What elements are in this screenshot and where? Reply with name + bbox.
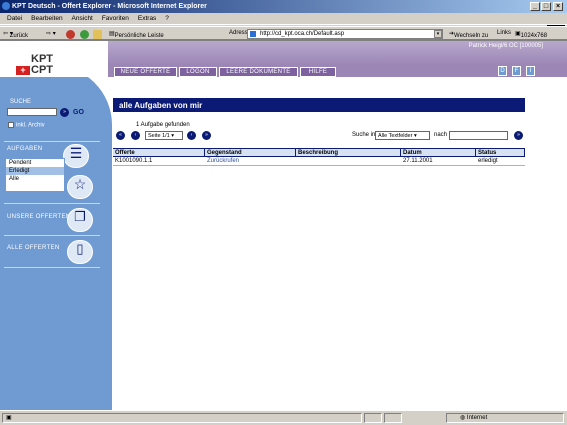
page-select[interactable]: Seite 1/1 ▾ [145,131,183,140]
stop-icon[interactable] [66,30,75,39]
nach-label: nach [434,132,448,138]
swiss-cross-icon: + [16,66,30,75]
minimize-button[interactable]: _ [530,2,540,11]
column-datum[interactable]: Datum [401,149,476,156]
alle-offerten-label[interactable]: ALLE OFFERTEN [7,245,59,251]
search-go-icon[interactable]: » [514,131,523,140]
table-row[interactable]: K1001090.1.1 Zurückrufen 27.11.2001 erle… [113,157,525,166]
status-pane [384,413,402,423]
page-select-value: Seite 1/1 [148,133,170,139]
include-archive-checkbox[interactable]: inkl. Archiv [8,122,45,129]
ie-logo-icon [2,2,10,10]
task-option-pendent[interactable]: Pendent [6,159,64,167]
menu-ansicht[interactable]: Ansicht [65,13,93,22]
back-label: Zurück [9,33,29,39]
search-label: SUCHE [10,99,32,105]
folder-icon[interactable]: ▯ [67,240,93,264]
cell-beschreibung [296,157,401,165]
star-icon[interactable]: ☆ [67,175,93,199]
nav-logon[interactable]: LOGON [179,67,217,77]
address-dropdown-icon[interactable]: ▾ [434,30,442,38]
home-icon[interactable] [93,30,102,39]
next-page-icon[interactable]: › [187,131,196,140]
zone-indicator: ◍ Internet [460,415,488,421]
search-in-select[interactable]: Alle Textfelder ▾ [375,131,430,140]
last-page-icon[interactable]: » [202,131,211,140]
back-button[interactable]: ⇦ Zurück ▾ [3,30,28,39]
go-button[interactable]: ➔ Wechseln zu [449,30,488,39]
divider [4,267,100,268]
personal-bar-button[interactable]: ▤ Persönliche Leiste [109,30,164,39]
lang-it-button[interactable]: I [526,66,535,76]
resolution-button[interactable]: ▣ 1024x768 [515,30,547,39]
column-status[interactable]: Status [476,149,525,156]
unsere-offerten-label[interactable]: UNSERE OFFERTEN [7,214,70,220]
maximize-button[interactable]: □ [541,2,551,11]
status-pane [2,413,362,423]
divider [4,203,100,204]
menu-datei[interactable]: Datei [0,13,22,22]
task-option-erledigt[interactable]: Erledigt [6,167,64,175]
menu-favoriten[interactable]: Favoriten [95,13,129,22]
column-gegenstand[interactable]: Gegenstand [205,149,296,156]
cell-datum: 27.11.2001 [403,158,433,164]
page-heading: alle Aufgaben von mir [113,98,525,112]
lang-de-button[interactable]: D [498,66,507,76]
sidebar-background [0,65,112,410]
list-icon[interactable]: ☰ [63,144,89,168]
column-offerte[interactable]: Offerte [113,149,205,156]
menu-bar: Datei Bearbeiten Ansicht Favoriten Extra… [0,13,567,38]
page-content: Patrick Heigl/6 OC [100005] KPT + CPT NE… [0,40,567,410]
kpt-logo: KPT + CPT [16,53,68,79]
user-info: Patrick Heigl/6 OC [100005] [468,43,543,49]
lang-fr-button[interactable]: F [512,66,521,76]
checkbox-icon [8,122,14,128]
cell-gegenstand-link[interactable]: Zurückrufen [205,157,296,165]
nav-hilfe[interactable]: HILFE [300,67,336,77]
tasks-table: Offerte Gegenstand Beschreibung Datum St… [113,148,525,166]
address-input[interactable]: http://cd_kpt.oca.ch/Default.asp [247,29,443,39]
search-term-input[interactable] [449,131,508,140]
search-in-value: Alle Textfelder [378,133,413,139]
search-in-label: Suche in [352,132,376,138]
meine-offerten-label[interactable]: MEINE OFFERTEN [7,182,64,188]
window-title-bar: KPT Deutsch - Offert Explorer - Microsof… [0,0,567,13]
forward-button[interactable]: ⇨ ▾ [46,30,56,37]
nav-leere-dokumente[interactable]: LEERE DOKUMENTE [219,67,298,77]
personal-bar-label: Persönliche Leiste [114,33,164,39]
documents-icon[interactable]: ❐ [67,208,93,232]
refresh-icon[interactable] [80,30,89,39]
go-label[interactable]: GO [73,109,84,116]
search-input[interactable] [7,108,57,116]
prev-page-icon[interactable]: ‹ [131,131,140,140]
nav-neue-offerte[interactable]: NEUE OFFERTE [114,67,177,77]
page-icon: ▣ [6,415,12,421]
window-title: KPT Deutsch - Offert Explorer - Microsof… [12,3,207,10]
zone-label: Internet [466,415,488,421]
status-pane [364,413,382,423]
include-archive-label: inkl. Archiv [16,122,45,129]
first-page-icon[interactable]: « [116,131,125,140]
logo-cpt: CPT [31,64,53,76]
cell-offerte: K1001090.1.1 [115,158,153,164]
go-arrow-icon[interactable]: » [60,108,69,117]
links-button[interactable]: Links [497,30,511,36]
tasks-label[interactable]: AUFGABEN [7,146,42,152]
cell-status: erledigt [478,158,498,164]
close-button[interactable]: × [553,2,563,11]
table-header: Offerte Gegenstand Beschreibung Datum St… [113,148,525,157]
menu-extras[interactable]: Extras [131,13,156,22]
menu-bearbeiten[interactable]: Bearbeiten [24,13,62,22]
resolution-label: 1024x768 [520,33,548,39]
menu-help[interactable]: ? [158,13,169,22]
column-beschreibung[interactable]: Beschreibung [296,149,401,156]
divider [4,141,100,142]
result-count: 1 Aufgabe gefunden [136,122,190,128]
divider [4,235,100,236]
go-button-label: Wechseln zu [454,33,489,39]
browser-toolbar: ⇦ Zurück ▾ ⇨ ▾ ▤ Persönliche Leiste Adre… [0,26,567,40]
